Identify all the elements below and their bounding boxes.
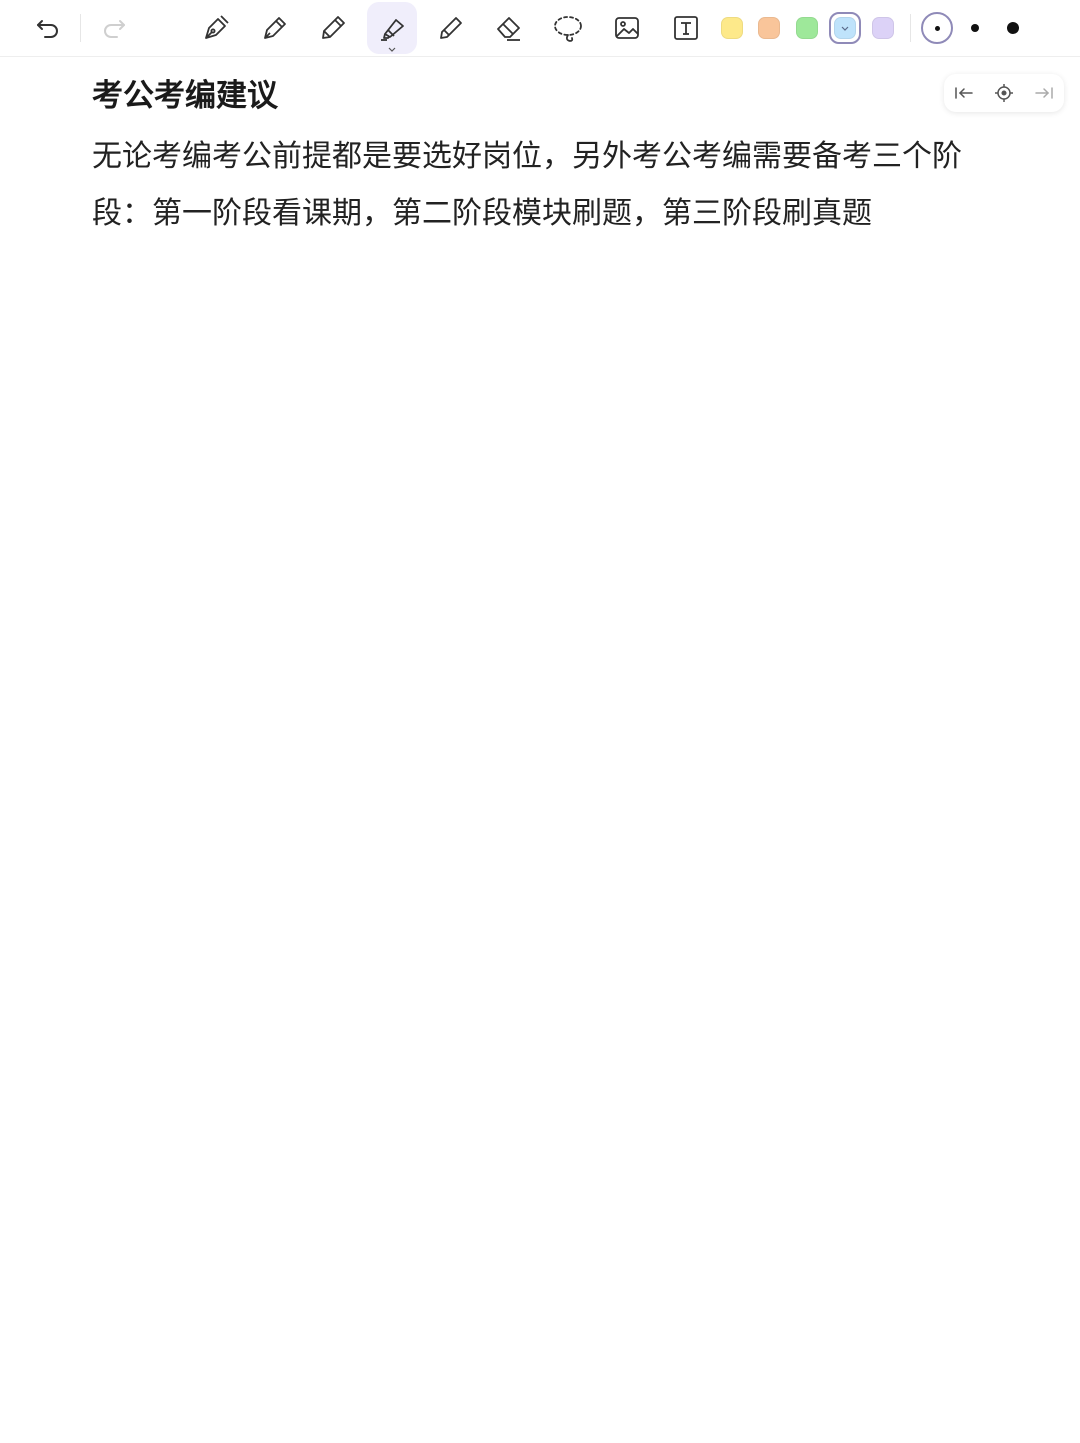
fountain-pen-icon — [205, 15, 229, 39]
page-start-button[interactable] — [948, 77, 980, 109]
text-box-icon — [674, 16, 698, 40]
color-swatch-fill — [758, 17, 780, 39]
ballpoint-pen-icon — [264, 17, 286, 39]
page-end-button[interactable] — [1028, 77, 1060, 109]
undo-icon — [37, 20, 58, 38]
highlighter-tool[interactable] — [367, 2, 417, 54]
stroke-size-large[interactable] — [989, 4, 1037, 52]
redo-button[interactable] — [90, 4, 138, 52]
highlighter-icon — [381, 19, 404, 41]
stroke-size-dot — [934, 25, 940, 31]
redo-icon — [104, 20, 125, 38]
page-navigator — [944, 74, 1064, 112]
color-swatch-fill — [834, 17, 856, 39]
lasso-tool[interactable] — [544, 4, 592, 52]
color-swatch-fill — [721, 17, 743, 39]
color-swatch-fill — [796, 17, 818, 39]
brush-icon — [440, 17, 462, 39]
color-swatch-fill — [872, 17, 894, 39]
image-icon — [615, 17, 639, 39]
eraser-tool[interactable] — [485, 4, 533, 52]
selected-ring — [829, 12, 861, 44]
document-body[interactable]: 无论考编考公前提都是要选好岗位，另外考公考编需要备考三个阶段：第一阶段看课期，第… — [92, 128, 972, 242]
chevron-down-icon — [388, 47, 396, 52]
pencil-icon — [322, 16, 345, 39]
pencil-tool[interactable] — [309, 4, 357, 52]
color-swatch-purple[interactable] — [859, 4, 907, 52]
undo-button[interactable] — [24, 4, 72, 52]
toolbar-divider — [80, 14, 81, 42]
fountain-pen-tool[interactable] — [192, 4, 240, 52]
locate-button[interactable] — [988, 77, 1020, 109]
eraser-icon — [497, 17, 520, 41]
toolbar — [0, 0, 1080, 57]
ballpoint-pen-tool[interactable] — [251, 4, 299, 52]
text-box-tool[interactable] — [662, 4, 710, 52]
stroke-size-dot — [1007, 22, 1019, 34]
brush-tool[interactable] — [427, 4, 475, 52]
lasso-icon — [554, 16, 582, 42]
chevron-down-icon — [841, 26, 849, 31]
image-tool[interactable] — [603, 4, 651, 52]
page-end-icon — [1035, 87, 1053, 99]
toolbar-divider — [910, 14, 911, 42]
document-title[interactable]: 考公考编建议 — [92, 74, 278, 118]
locate-icon — [995, 84, 1013, 102]
selected-ring — [921, 12, 953, 44]
page-start-icon — [955, 87, 973, 99]
stroke-size-dot — [971, 24, 979, 32]
